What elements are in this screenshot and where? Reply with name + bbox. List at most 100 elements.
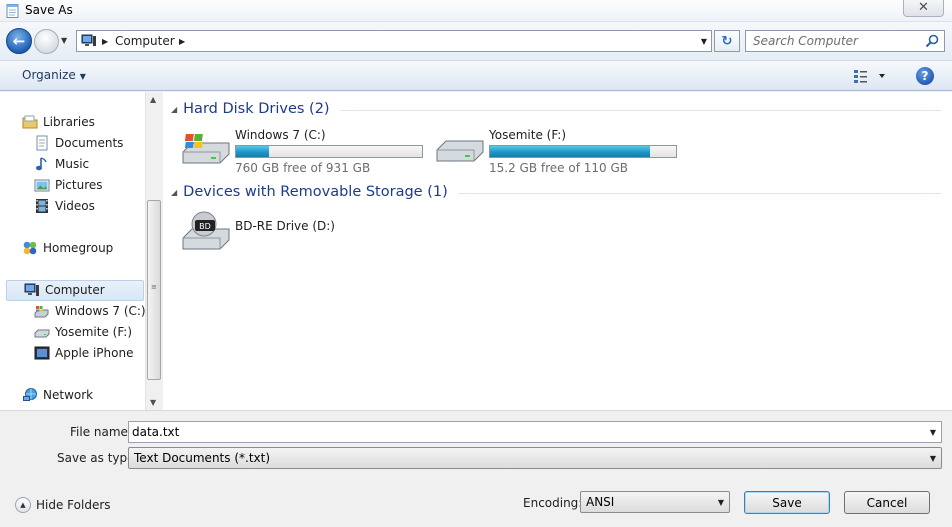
nav-label: Music (55, 157, 90, 171)
drive-free-space: 760 GB free of 931 GB (235, 161, 371, 175)
notepad-icon (6, 4, 19, 18)
grip-icon: ≡ (151, 283, 157, 291)
window-title: Save As (25, 3, 73, 17)
scrollbar-thumb[interactable]: ≡ (147, 200, 161, 380)
drive-name: BD-RE Drive (D:) (235, 219, 335, 233)
nav-label: Apple iPhone (55, 346, 134, 360)
hard-drive-icon (436, 140, 484, 162)
drive-usage-bar (489, 145, 677, 158)
recent-pages-dropdown-icon[interactable]: ▼ (61, 36, 67, 45)
camera-device-icon (34, 346, 50, 360)
drive-usage-bar (235, 145, 423, 158)
encoding-value: ANSI (586, 495, 615, 509)
drive-item-bd-re[interactable]: BD BD-RE Drive (D:) (181, 210, 381, 258)
chevron-down-icon: ▼ (929, 454, 936, 463)
nav-item-documents[interactable]: Documents (34, 133, 123, 153)
libraries-icon (22, 115, 38, 129)
homegroup-icon (23, 241, 37, 255)
collapse-triangle-icon[interactable]: ◢ (171, 105, 177, 114)
drive-name: Windows 7 (C:) (235, 128, 326, 142)
computer-icon (24, 283, 39, 296)
address-dropdown-icon[interactable]: ▼ (701, 37, 707, 46)
scroll-down-icon[interactable]: ▼ (150, 398, 156, 407)
nav-item-computer[interactable]: Computer (24, 280, 105, 300)
command-toolbar: Organize ▼ ? (0, 60, 952, 91)
save-button[interactable]: Save (744, 491, 830, 514)
nav-item-libraries[interactable]: Libraries (22, 112, 95, 132)
drive-usage-fill (490, 146, 650, 157)
system-drive-icon (34, 306, 49, 318)
breadcrumb-separator-icon[interactable]: ▶ (179, 37, 185, 46)
nav-item-apple-iphone[interactable]: Apple iPhone (34, 343, 133, 363)
nav-label: Libraries (43, 115, 95, 129)
navigation-pane: Libraries Documents Music Pictures Video… (0, 92, 162, 410)
change-view-button[interactable] (853, 68, 887, 84)
nav-item-windows7-drive[interactable]: Windows 7 (C:) (34, 301, 146, 321)
breadcrumb-computer[interactable]: Computer (115, 34, 175, 48)
system-drive-icon (182, 134, 230, 164)
search-icon[interactable] (925, 34, 939, 48)
close-button[interactable]: ✕ (903, 0, 944, 17)
hide-folders-button[interactable]: ▲ Hide Folders (15, 497, 111, 513)
nav-label: Windows 7 (C:) (55, 304, 146, 318)
group-header-removable-storage[interactable]: ◢ Devices with Removable Storage (1) (171, 184, 941, 200)
help-button[interactable]: ? (916, 67, 934, 85)
group-title: Devices with Removable Storage (1) (183, 184, 448, 200)
drive-item-yosemite[interactable]: Yosemite (F:) 15.2 GB free of 110 GB (435, 126, 685, 176)
nav-label: Pictures (55, 178, 103, 192)
close-icon: ✕ (918, 0, 929, 15)
encoding-label: Encoding: (523, 496, 583, 510)
filename-combobox[interactable]: ▼ (128, 421, 942, 443)
save-options-panel: File name: ▼ Save as type: Text Document… (0, 410, 952, 527)
network-icon (23, 388, 37, 401)
refresh-button[interactable]: ↻ (714, 30, 740, 52)
nav-label: Network (43, 388, 94, 402)
hide-folders-label: Hide Folders (36, 498, 111, 512)
chevron-down-icon: ▼ (79, 72, 86, 81)
chevron-down-icon[interactable]: ▼ (930, 428, 936, 437)
navigation-pane-scrollbar[interactable]: ▲ ≡ ▼ (145, 92, 162, 410)
nav-item-homegroup[interactable]: Homegroup (22, 238, 113, 258)
drive-usage-fill (236, 146, 270, 157)
forward-button[interactable] (34, 29, 59, 54)
encoding-select[interactable]: ANSI ▼ (580, 491, 730, 513)
nav-label: Documents (55, 136, 124, 150)
search-box[interactable]: Search Computer (745, 30, 945, 52)
group-header-hard-disk-drives[interactable]: ◢ Hard Disk Drives (2) (171, 101, 941, 117)
collapse-triangle-icon[interactable]: ◢ (171, 188, 177, 197)
help-icon: ? (921, 69, 929, 83)
nav-item-music[interactable]: Music (34, 154, 89, 174)
computer-icon (81, 34, 96, 46)
search-input[interactable]: Search Computer (753, 34, 858, 48)
address-bar[interactable]: ▶ Computer ▶ ▼ (76, 30, 712, 52)
nav-item-pictures[interactable]: Pictures (34, 175, 103, 195)
content-pane: ◢ Hard Disk Drives (2) Windows 7 (C:) 76… (163, 92, 952, 410)
back-button[interactable]: ← (6, 28, 32, 54)
group-title: Hard Disk Drives (2) (183, 101, 330, 117)
scroll-up-icon[interactable]: ▲ (150, 95, 156, 104)
nav-item-yosemite-drive[interactable]: Yosemite (F:) (34, 322, 132, 342)
filename-input[interactable] (132, 424, 912, 440)
cancel-button[interactable]: Cancel (844, 491, 930, 514)
collapse-up-icon: ▲ (15, 497, 31, 513)
drive-item-windows7[interactable]: Windows 7 (C:) 760 GB free of 931 GB (181, 126, 431, 176)
nav-item-videos[interactable]: Videos (34, 196, 95, 216)
filename-label: File name: (70, 425, 132, 439)
nav-item-network[interactable]: Network (22, 385, 93, 405)
music-note-icon (36, 157, 47, 171)
breadcrumb-separator-icon[interactable]: ▶ (102, 37, 108, 46)
refresh-icon: ↻ (721, 33, 733, 49)
nav-label: Computer (45, 283, 105, 297)
savetype-select[interactable]: Text Documents (*.txt) ▼ (128, 447, 942, 469)
savetype-label: Save as type: (57, 451, 139, 465)
drive-badge: BD (199, 222, 211, 231)
drive-name: Yosemite (F:) (489, 128, 567, 142)
pictures-icon (34, 179, 50, 192)
savetype-value: Text Documents (*.txt) (134, 451, 271, 465)
group-divider (457, 192, 941, 194)
chevron-down-icon: ▼ (717, 498, 724, 507)
optical-drive-icon: BD (182, 211, 230, 250)
nav-label: Yosemite (F:) (55, 325, 133, 339)
organize-button[interactable]: Organize ▼ (22, 68, 86, 82)
title-bar: Save As ✕ (0, 0, 952, 22)
